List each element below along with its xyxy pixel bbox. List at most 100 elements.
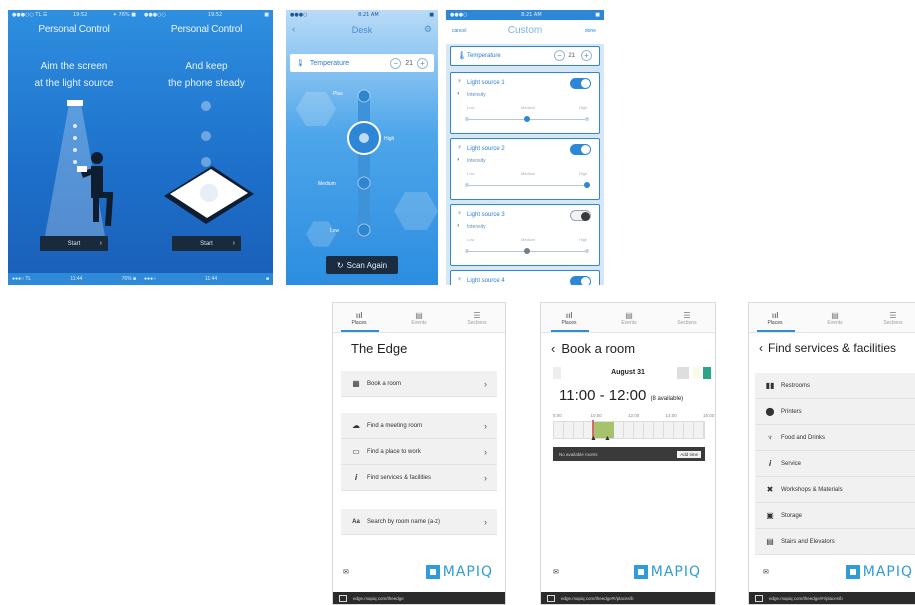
status-carrier: ●●●○ [290,12,308,18]
tab-switch-icon[interactable] [339,594,347,602]
service-item[interactable]: 𝒊 Service [755,451,915,477]
light-source-toggle[interactable] [570,276,591,285]
light-source-toggle[interactable] [570,210,591,221]
status-time: 8:21 AM [358,12,379,18]
intensity-label: Intensity [467,158,486,164]
plus-button[interactable]: + [581,50,592,61]
status-battery: ■ [429,12,434,18]
mapiq-logo: MAPIQ [633,564,701,580]
intensity-icon: ◐ [457,223,461,229]
page-title: The Edge [351,341,408,356]
browser-url-bar[interactable]: edge.mapiq.com/theedge/#!/places/b [749,592,915,604]
lamp-icon [67,100,83,106]
tab-switch-icon[interactable] [547,594,555,602]
start-button[interactable]: Start › [40,236,108,251]
slider-end-stop [465,183,469,187]
chevron-right-icon: › [99,240,102,247]
service-label: Food and Drinks [781,434,826,441]
level-low-label: Low [330,228,340,234]
temperature-value: 21 [405,59,413,67]
start-button[interactable]: Start › [172,236,241,251]
custom-navbar: cancel Custom done [446,20,604,44]
feedback-icon[interactable]: ✉ [763,568,769,576]
feedback-icon[interactable]: ✉ [553,568,559,576]
menu-item-find-services[interactable]: 𝒊 Find services & facilities › [341,465,497,491]
done-button[interactable]: done [585,28,596,34]
tab-events[interactable]: ▤ Events [399,311,439,326]
chevron-right-icon: › [484,446,487,457]
mapiq-logo-text: MAPIQ [862,564,913,580]
scan-again-button[interactable]: ↻ Scan Again [326,256,398,274]
mapiq-edge-screen: ııl Places ▤ Events ☰ Sections The Edge ▦ B… [332,302,506,605]
menu-item-search-room-name[interactable]: Aa Search by room name (a-z) › [341,509,497,535]
tab-sections[interactable]: ☰ Sections [873,311,913,326]
tab-places[interactable]: ııl Places [755,311,795,326]
service-label: Printers [781,408,802,415]
menu-item-find-meeting-room[interactable]: ☁ Find a meeting room › [341,413,497,439]
light-source-toggle[interactable] [570,78,591,89]
intensity-slider-thumb[interactable] [524,248,530,254]
intensity-slider[interactable] [467,185,587,186]
instruction-line-1: And keep [185,61,228,72]
temperature-row: 🌡︎ Temperature − 21 + [450,46,600,66]
status-bar: ●●●○○ 19:52 ■ [140,10,273,20]
light-bulb-icon: ♀ [457,276,463,283]
light-level-selector[interactable] [326,80,406,250]
add-time-button[interactable]: Add time [677,450,701,458]
intensity-slider-thumb[interactable] [524,116,530,122]
tab-switch-icon[interactable] [755,594,763,602]
bottom-battery: 76% ■ [121,276,136,282]
browser-url-bar[interactable]: edge.mapiq.com/theedge#!/places/b [541,592,715,604]
light-source-toggle[interactable] [570,144,591,155]
tab-places[interactable]: ııl Places [339,311,379,326]
active-tab-indicator [757,330,795,332]
service-item[interactable]: ▣ Storage [755,503,915,529]
next-day-button[interactable] [703,367,711,379]
service-icon: ⬤ [765,407,775,416]
bottom-status-bar: ●●●○ 11:44 ■ [140,273,273,285]
tab-places-label: Places [767,320,783,326]
feedback-icon[interactable]: ✉ [343,568,349,576]
intensity-tick-label: Low [467,237,475,242]
service-label: Restrooms [781,382,811,389]
availability-bar: No available rooms Add time [553,447,705,461]
tab-events[interactable]: ▤ Events [815,311,855,326]
service-item[interactable]: ♆ Food and Drinks [755,425,915,451]
places-icon: ııl [355,311,363,320]
tab-sections[interactable]: ☰ Sections [457,311,497,326]
drag-handle-end-icon[interactable]: ▲ [604,435,611,442]
tab-places[interactable]: ııl Places [549,311,589,326]
places-icon: ııl [771,311,779,320]
service-label: Storage [781,512,803,519]
menu-item-find-workplace[interactable]: ▭ Find a place to work › [341,439,497,465]
service-item[interactable]: ▮▮ Restrooms [755,373,915,399]
light-source-title: Light source 2 [467,146,505,152]
settings-gear-icon[interactable]: ⚙ [424,24,432,35]
drag-handle-start-icon[interactable]: ▲ [590,435,597,442]
screen-title: Personal Control [38,24,110,35]
intensity-slider-thumb[interactable] [584,182,590,188]
status-time: 19:52 [207,12,223,18]
back-chevron-icon[interactable]: ‹ [759,341,763,355]
back-chevron-icon[interactable]: ‹ [551,341,555,356]
minus-button[interactable]: − [554,50,565,61]
menu-item-label: Find services & facilities [367,474,432,481]
tab-sections-label: Sections [467,320,487,326]
tab-sections[interactable]: ☰ Sections [667,311,707,326]
light-source-card: ♀ Light source 1 ◐ Intensity Low Medium High [450,72,600,134]
tab-places-label: Places [351,320,367,326]
service-icon: ▮▮ [765,381,775,390]
tab-events-label: Events [411,320,427,326]
calendar-button[interactable] [677,367,689,379]
service-item[interactable]: ✖ Workshops & Materials [755,477,915,503]
service-item[interactable]: ⬤ Printers [755,399,915,425]
minus-button[interactable]: − [390,57,402,69]
menu-item-book-room[interactable]: ▦ Book a room › [341,371,497,397]
browser-url-bar[interactable]: edge.mapiq.com/theedge [333,592,505,604]
menu-item-label: Find a meeting room [367,422,423,429]
light-bulb-icon: ♀ [457,144,463,151]
service-item[interactable]: ▤ Stairs and Elevators [755,529,915,555]
plus-button[interactable]: + [417,57,428,69]
time-slot-grid[interactable] [553,420,705,440]
tab-events[interactable]: ▤ Events [609,311,649,326]
